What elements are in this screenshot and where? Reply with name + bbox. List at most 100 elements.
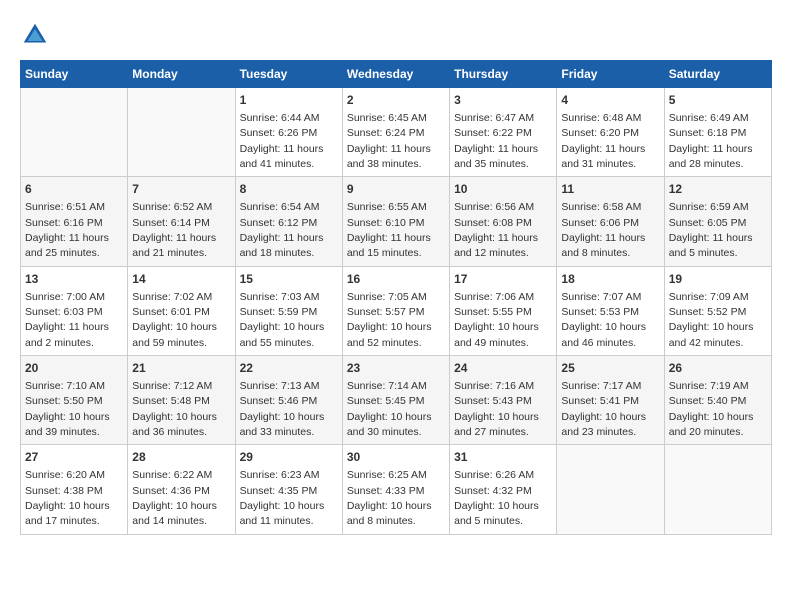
- day-number: 5: [669, 92, 767, 109]
- calendar-week-row: 13Sunrise: 7:00 AM Sunset: 6:03 PM Dayli…: [21, 266, 772, 355]
- day-number: 10: [454, 181, 552, 198]
- day-number: 12: [669, 181, 767, 198]
- day-number: 29: [240, 449, 338, 466]
- day-info: Sunrise: 6:55 AM Sunset: 6:10 PM Dayligh…: [347, 201, 431, 259]
- calendar-cell: 4 Sunrise: 6:48 AM Sunset: 6:20 PM Daylig…: [557, 88, 664, 177]
- day-info: Sunrise: 7:14 AM Sunset: 5:45 PM Dayligh…: [347, 380, 432, 438]
- day-info: Sunrise: 6:22 AM Sunset: 4:36 PM Dayligh…: [132, 469, 217, 527]
- day-info: Sunrise: 7:03 AM Sunset: 5:59 PM Dayligh…: [240, 291, 325, 349]
- day-number: 14: [132, 271, 230, 288]
- logo: [20, 20, 54, 50]
- day-info: Sunrise: 6:45 AM Sunset: 6:24 PM Dayligh…: [347, 112, 431, 170]
- calendar-week-row: 27 Sunrise: 6:20 AM Sunset: 4:38 PM Dayli…: [21, 445, 772, 534]
- day-info: Sunrise: 7:09 AM Sunset: 5:52 PM Dayligh…: [669, 291, 754, 349]
- day-info: Sunrise: 6:59 AM Sunset: 6:05 PM Dayligh…: [669, 201, 753, 259]
- day-info: Sunrise: 7:12 AM Sunset: 5:48 PM Dayligh…: [132, 380, 217, 438]
- day-number: 27: [25, 449, 123, 466]
- calendar-cell: [21, 88, 128, 177]
- day-info: Sunrise: 7:00 AM Sunset: 6:03 PM Dayligh…: [25, 291, 109, 349]
- calendar-cell: 8 Sunrise: 6:54 AM Sunset: 6:12 PM Daylig…: [235, 177, 342, 266]
- calendar-cell: 3 Sunrise: 6:47 AM Sunset: 6:22 PM Daylig…: [450, 88, 557, 177]
- calendar-cell: 23 Sunrise: 7:14 AM Sunset: 5:45 PM Dayli…: [342, 356, 449, 445]
- day-info: Sunrise: 7:19 AM Sunset: 5:40 PM Dayligh…: [669, 380, 754, 438]
- calendar-cell: 20Sunrise: 7:10 AM Sunset: 5:50 PM Dayli…: [21, 356, 128, 445]
- day-number: 2: [347, 92, 445, 109]
- calendar-cell: 11Sunrise: 6:58 AM Sunset: 6:06 PM Dayli…: [557, 177, 664, 266]
- calendar-cell: 19 Sunrise: 7:09 AM Sunset: 5:52 PM Dayli…: [664, 266, 771, 355]
- day-info: Sunrise: 6:25 AM Sunset: 4:33 PM Dayligh…: [347, 469, 432, 527]
- calendar-day-header: Wednesday: [342, 61, 449, 88]
- calendar-cell: 5Sunrise: 6:49 AM Sunset: 6:18 PM Daylig…: [664, 88, 771, 177]
- day-number: 3: [454, 92, 552, 109]
- day-number: 1: [240, 92, 338, 109]
- day-info: Sunrise: 6:47 AM Sunset: 6:22 PM Dayligh…: [454, 112, 538, 170]
- calendar-cell: [128, 88, 235, 177]
- day-info: Sunrise: 6:56 AM Sunset: 6:08 PM Dayligh…: [454, 201, 538, 259]
- day-number: 17: [454, 271, 552, 288]
- day-info: Sunrise: 6:23 AM Sunset: 4:35 PM Dayligh…: [240, 469, 325, 527]
- calendar-cell: 28 Sunrise: 6:22 AM Sunset: 4:36 PM Dayli…: [128, 445, 235, 534]
- calendar-cell: 15 Sunrise: 7:03 AM Sunset: 5:59 PM Dayli…: [235, 266, 342, 355]
- day-number: 25: [561, 360, 659, 377]
- page-header: [20, 20, 772, 50]
- calendar-table: SundayMondayTuesdayWednesdayThursdayFrid…: [20, 60, 772, 535]
- calendar-cell: 29 Sunrise: 6:23 AM Sunset: 4:35 PM Dayli…: [235, 445, 342, 534]
- calendar-cell: 30 Sunrise: 6:25 AM Sunset: 4:33 PM Dayli…: [342, 445, 449, 534]
- day-number: 19: [669, 271, 767, 288]
- day-number: 9: [347, 181, 445, 198]
- day-info: Sunrise: 6:20 AM Sunset: 4:38 PM Dayligh…: [25, 469, 110, 527]
- day-info: Sunrise: 7:02 AM Sunset: 6:01 PM Dayligh…: [132, 291, 217, 349]
- day-number: 11: [561, 181, 659, 198]
- calendar-cell: 27 Sunrise: 6:20 AM Sunset: 4:38 PM Dayli…: [21, 445, 128, 534]
- day-info: Sunrise: 7:13 AM Sunset: 5:46 PM Dayligh…: [240, 380, 325, 438]
- calendar-cell: 14 Sunrise: 7:02 AM Sunset: 6:01 PM Dayli…: [128, 266, 235, 355]
- calendar-day-header: Monday: [128, 61, 235, 88]
- day-info: Sunrise: 6:54 AM Sunset: 6:12 PM Dayligh…: [240, 201, 324, 259]
- day-info: Sunrise: 7:05 AM Sunset: 5:57 PM Dayligh…: [347, 291, 432, 349]
- calendar-day-header: Thursday: [450, 61, 557, 88]
- calendar-week-row: 6 Sunrise: 6:51 AM Sunset: 6:16 PM Daylig…: [21, 177, 772, 266]
- calendar-cell: 13Sunrise: 7:00 AM Sunset: 6:03 PM Dayli…: [21, 266, 128, 355]
- calendar-cell: 25 Sunrise: 7:17 AM Sunset: 5:41 PM Dayli…: [557, 356, 664, 445]
- calendar-cell: 6 Sunrise: 6:51 AM Sunset: 6:16 PM Daylig…: [21, 177, 128, 266]
- calendar-day-header: Friday: [557, 61, 664, 88]
- day-info: Sunrise: 7:16 AM Sunset: 5:43 PM Dayligh…: [454, 380, 539, 438]
- day-number: 8: [240, 181, 338, 198]
- calendar-cell: 12 Sunrise: 6:59 AM Sunset: 6:05 PM Dayli…: [664, 177, 771, 266]
- calendar-cell: 18Sunrise: 7:07 AM Sunset: 5:53 PM Dayli…: [557, 266, 664, 355]
- logo-icon: [20, 20, 50, 50]
- calendar-day-header: Saturday: [664, 61, 771, 88]
- calendar-header-row: SundayMondayTuesdayWednesdayThursdayFrid…: [21, 61, 772, 88]
- calendar-cell: 9 Sunrise: 6:55 AM Sunset: 6:10 PM Daylig…: [342, 177, 449, 266]
- calendar-cell: 21Sunrise: 7:12 AM Sunset: 5:48 PM Dayli…: [128, 356, 235, 445]
- day-info: Sunrise: 7:10 AM Sunset: 5:50 PM Dayligh…: [25, 380, 110, 438]
- calendar-cell: 16 Sunrise: 7:05 AM Sunset: 5:57 PM Dayli…: [342, 266, 449, 355]
- day-info: Sunrise: 6:26 AM Sunset: 4:32 PM Dayligh…: [454, 469, 539, 527]
- calendar-cell: 17 Sunrise: 7:06 AM Sunset: 5:55 PM Dayli…: [450, 266, 557, 355]
- day-number: 31: [454, 449, 552, 466]
- day-number: 6: [25, 181, 123, 198]
- day-info: Sunrise: 7:17 AM Sunset: 5:41 PM Dayligh…: [561, 380, 646, 438]
- calendar-cell: 24Sunrise: 7:16 AM Sunset: 5:43 PM Dayli…: [450, 356, 557, 445]
- calendar-week-row: 1Sunrise: 6:44 AM Sunset: 6:26 PM Daylig…: [21, 88, 772, 177]
- day-number: 23: [347, 360, 445, 377]
- calendar-cell: 2 Sunrise: 6:45 AM Sunset: 6:24 PM Daylig…: [342, 88, 449, 177]
- calendar-cell: 22 Sunrise: 7:13 AM Sunset: 5:46 PM Dayli…: [235, 356, 342, 445]
- day-number: 22: [240, 360, 338, 377]
- day-number: 16: [347, 271, 445, 288]
- day-number: 7: [132, 181, 230, 198]
- calendar-cell: 10 Sunrise: 6:56 AM Sunset: 6:08 PM Dayli…: [450, 177, 557, 266]
- calendar-cell: [557, 445, 664, 534]
- calendar-day-header: Sunday: [21, 61, 128, 88]
- day-number: 28: [132, 449, 230, 466]
- calendar-cell: 7Sunrise: 6:52 AM Sunset: 6:14 PM Daylig…: [128, 177, 235, 266]
- day-info: Sunrise: 7:07 AM Sunset: 5:53 PM Dayligh…: [561, 291, 646, 349]
- day-number: 15: [240, 271, 338, 288]
- calendar-cell: 1Sunrise: 6:44 AM Sunset: 6:26 PM Daylig…: [235, 88, 342, 177]
- day-info: Sunrise: 7:06 AM Sunset: 5:55 PM Dayligh…: [454, 291, 539, 349]
- day-info: Sunrise: 6:48 AM Sunset: 6:20 PM Dayligh…: [561, 112, 645, 170]
- day-number: 4: [561, 92, 659, 109]
- day-info: Sunrise: 6:51 AM Sunset: 6:16 PM Dayligh…: [25, 201, 109, 259]
- day-number: 30: [347, 449, 445, 466]
- calendar-week-row: 20Sunrise: 7:10 AM Sunset: 5:50 PM Dayli…: [21, 356, 772, 445]
